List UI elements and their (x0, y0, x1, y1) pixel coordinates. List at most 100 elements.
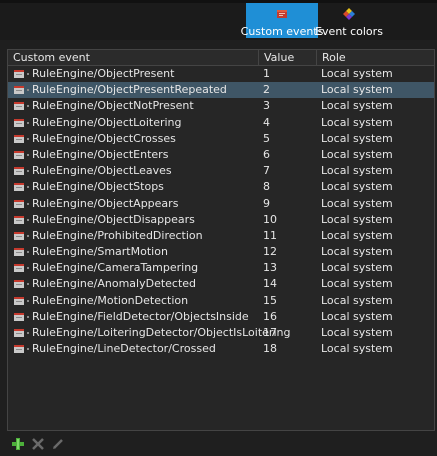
cell-custom-event: RuleEngine/ObjectAppears (32, 196, 179, 210)
cell-value: 1 (263, 67, 270, 80)
table-header: Custom event Value Role (8, 50, 434, 66)
cell-custom-event: RuleEngine/ObjectEnters (32, 147, 169, 161)
tab-custom-events-label: Custom events (240, 25, 324, 38)
table-row[interactable]: RuleEngine/LineDetector/Crossed 18 Local s… (8, 341, 434, 357)
column-header-role[interactable]: Role (317, 50, 434, 65)
cell-value: 6 (263, 147, 270, 161)
table-row[interactable]: RuleEngine/ObjectLoitering 4 Local system (8, 115, 434, 131)
cell-custom-event: RuleEngine/ObjectPresentRepeated (32, 83, 227, 97)
row-dot (27, 283, 29, 286)
cell-custom-event: RuleEngine/CameraTampering (32, 261, 199, 275)
cell-role: Local system (321, 293, 393, 307)
tab-event-colors-label: Event colors (315, 25, 383, 38)
custom-events-icon (277, 10, 287, 18)
cell-value: 4 (263, 115, 270, 129)
table-row[interactable]: RuleEngine/SmartMotion 12 Local system (8, 244, 434, 260)
tab-event-colors[interactable]: Event colors (315, 3, 383, 38)
table-row[interactable]: RuleEngine/CameraTampering 13 Local system (8, 260, 434, 276)
column-header-value[interactable]: Value (259, 50, 317, 65)
cell-custom-event: RuleEngine/ObjectStops (32, 180, 164, 194)
custom-event-icon (14, 167, 24, 176)
cell-value: 13 (263, 261, 277, 275)
custom-event-icon (14, 215, 24, 224)
table-row[interactable]: RuleEngine/LoiteringDetector/ObjectIsLoi… (8, 325, 434, 341)
row-dot (27, 186, 29, 189)
table-row[interactable]: RuleEngine/ObjectAppears 9 Local system (8, 196, 434, 212)
cell-value: 5 (263, 131, 270, 145)
cell-custom-event: RuleEngine/LoiteringDetector/ObjectIsLoi… (32, 326, 291, 339)
cell-value: 7 (263, 164, 270, 178)
cell-custom-event: RuleEngine/ObjectNotPresent (32, 99, 194, 113)
table-row[interactable]: RuleEngine/ObjectStops 8 Local system (8, 179, 434, 195)
cell-role: Local system (321, 245, 393, 259)
table-row[interactable]: RuleEngine/ObjectLeaves 7 Local system (8, 163, 434, 179)
cell-custom-event: RuleEngine/ObjectLoitering (32, 115, 182, 129)
cell-role: Local system (321, 164, 393, 178)
row-dot (27, 105, 29, 108)
row-dot (27, 121, 29, 124)
cell-role: Local system (321, 99, 393, 113)
table-row[interactable]: RuleEngine/ObjectNotPresent 3 Local system (8, 98, 434, 114)
cell-value: 8 (263, 180, 270, 194)
custom-event-icon (14, 102, 24, 111)
cell-value: 9 (263, 196, 270, 210)
custom-event-icon (14, 312, 24, 321)
row-dot (27, 267, 29, 270)
table-row[interactable]: RuleEngine/FieldDetector/ObjectsInside 16… (8, 309, 434, 325)
cell-custom-event: RuleEngine/FieldDetector/ObjectsInside (32, 309, 249, 323)
cell-role: Local system (321, 228, 393, 242)
cell-value: 11 (263, 228, 277, 242)
table-row[interactable]: RuleEngine/ProhibitedDirection 11 Local sy… (8, 228, 434, 244)
cell-role: Local system (321, 83, 393, 97)
custom-event-icon (14, 280, 24, 289)
cell-custom-event: RuleEngine/AnomalyDetected (32, 277, 197, 291)
row-dot (27, 251, 29, 254)
row-dot (27, 299, 29, 302)
row-dot (27, 170, 29, 173)
custom-event-icon (14, 231, 24, 240)
cell-role: Local system (321, 261, 393, 275)
delete-icon[interactable] (30, 436, 46, 452)
row-dot (27, 315, 29, 318)
tab-custom-events[interactable]: Custom events (241, 3, 323, 38)
top-tab-bar: Custom events Event colors (0, 0, 437, 40)
table-row[interactable]: RuleEngine/ObjectPresentRepeated 2 Local s… (8, 82, 434, 99)
edit-icon[interactable] (50, 436, 66, 452)
column-header-custom-event[interactable]: Custom event (8, 50, 259, 65)
cell-value: 17 (263, 326, 277, 339)
row-dot (27, 234, 29, 237)
cell-custom-event: RuleEngine/ObjectLeaves (32, 164, 172, 178)
custom-event-icon (14, 248, 24, 257)
row-dot (27, 202, 29, 205)
row-dot (27, 137, 29, 140)
add-icon[interactable] (10, 436, 26, 452)
cell-role: Local system (321, 212, 393, 226)
table-row[interactable]: RuleEngine/ObjectCrosses 5 Local system (8, 131, 434, 147)
cell-role: Local system (321, 277, 393, 291)
table-row[interactable]: RuleEngine/ObjectDisappears 10 Local syste… (8, 212, 434, 228)
cell-custom-event: RuleEngine/SmartMotion (32, 245, 168, 259)
custom-event-icon (14, 134, 24, 143)
bottom-toolbar (7, 434, 435, 454)
cell-role: Local system (321, 196, 393, 210)
row-dot (27, 73, 29, 75)
cell-role: Local system (321, 131, 393, 145)
table-row[interactable]: RuleEngine/MotionDetection 15 Local system (8, 293, 434, 309)
row-dot (27, 332, 29, 334)
custom-event-icon (14, 296, 24, 305)
event-colors-icon (343, 8, 355, 20)
table-row[interactable]: RuleEngine/ObjectEnters 6 Local system (8, 147, 434, 163)
table-row[interactable]: RuleEngine/ObjectPresent 1 Local system (8, 66, 434, 82)
cell-value: 2 (263, 83, 270, 97)
table-row[interactable]: RuleEngine/AnomalyDetected 14 Local system (8, 276, 434, 292)
cell-role: Local system (321, 67, 393, 80)
custom-event-icon (14, 183, 24, 192)
cell-custom-event: RuleEngine/LineDetector/Crossed (32, 342, 216, 356)
cell-custom-event: RuleEngine/ProhibitedDirection (32, 228, 203, 242)
custom-event-icon (14, 264, 24, 273)
cell-value: 14 (263, 277, 277, 291)
cell-role: Local system (321, 326, 393, 339)
cell-value: 10 (263, 212, 277, 226)
custom-event-icon (14, 150, 24, 159)
cell-role: Local system (321, 309, 393, 323)
